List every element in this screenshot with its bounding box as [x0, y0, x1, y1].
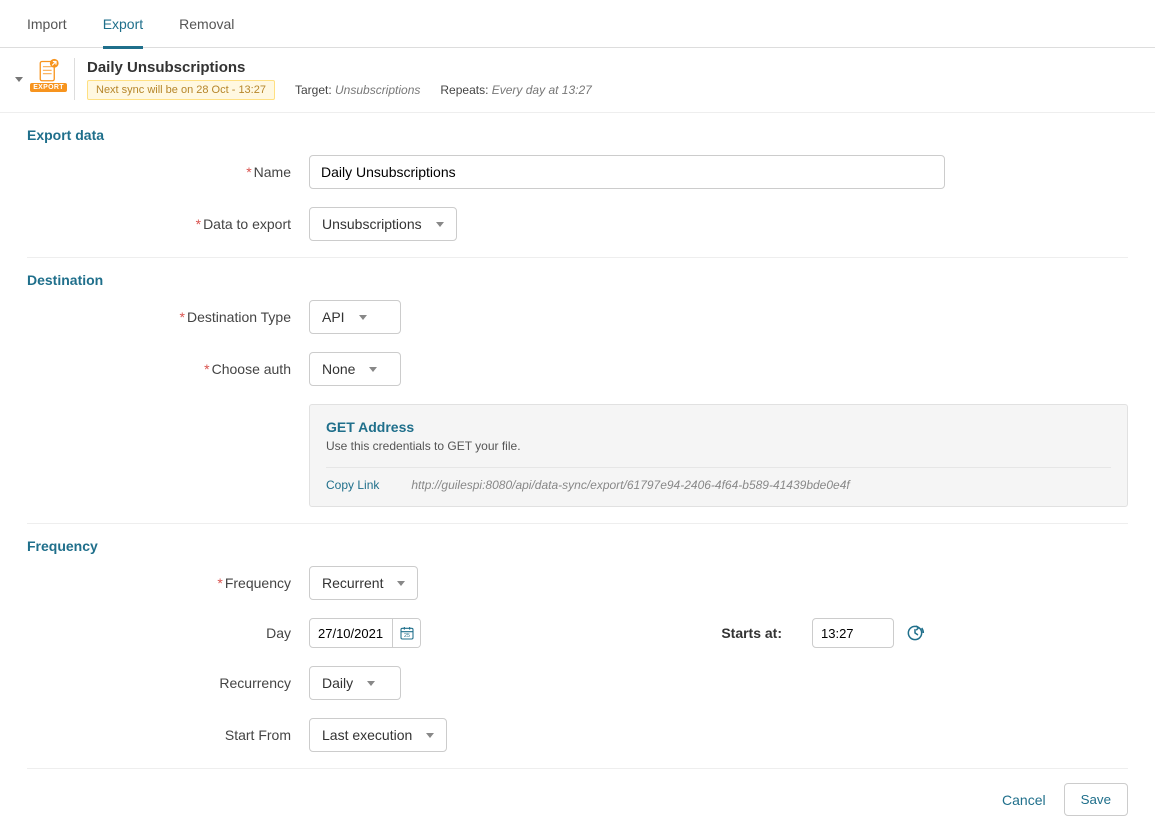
calendar-icon: 25 — [399, 625, 415, 641]
label-starts-at: Starts at: — [672, 625, 812, 641]
row-frequency: *Frequency Recurrent — [27, 566, 1128, 600]
label-data-to-export: *Data to export — [27, 216, 309, 232]
label-start-from: Start From — [27, 727, 309, 743]
chevron-down-icon — [436, 222, 444, 227]
get-address-title: GET Address — [326, 419, 1111, 435]
section-title-destination: Destination — [0, 272, 1155, 300]
header-meta: Next sync will be on 28 Oct - 13:27 Targ… — [87, 80, 592, 100]
choose-auth-select[interactable]: None — [309, 352, 401, 386]
row-start-from: Start From Last execution — [27, 718, 1128, 752]
page-header: EXPORT Daily Unsubscriptions Next sync w… — [0, 48, 1155, 113]
repeats-label: Repeats: — [440, 83, 488, 97]
row-choose-auth: *Choose auth None — [27, 352, 1128, 386]
row-destination-type: *Destination Type API — [27, 300, 1128, 334]
chevron-down-icon — [359, 315, 367, 320]
header-dropdown-icon[interactable] — [15, 77, 23, 82]
chevron-down-icon — [367, 681, 375, 686]
frequency-select[interactable]: Recurrent — [309, 566, 418, 600]
header-main: Daily Unsubscriptions Next sync will be … — [87, 59, 592, 100]
export-badge: EXPORT — [30, 83, 67, 92]
form-footer: Cancel Save — [0, 769, 1155, 834]
next-sync-badge: Next sync will be on 28 Oct - 13:27 — [87, 80, 275, 100]
tab-removal[interactable]: Removal — [179, 0, 234, 48]
target-value: Unsubscriptions — [335, 83, 420, 97]
destination-type-select[interactable]: API — [309, 300, 401, 334]
section-destination: Destination *Destination Type API *Choos… — [0, 258, 1155, 524]
page-title: Daily Unsubscriptions — [87, 59, 592, 76]
chevron-down-icon — [426, 733, 434, 738]
start-from-value: Last execution — [322, 727, 412, 743]
time-now-button[interactable] — [902, 620, 928, 646]
section-title-frequency: Frequency — [0, 538, 1155, 566]
cancel-button[interactable]: Cancel — [1002, 792, 1046, 808]
repeats-info: Repeats: Every day at 13:27 — [440, 83, 591, 97]
choose-auth-value: None — [322, 361, 355, 377]
file-export-icon — [35, 58, 63, 86]
row-name: *Name — [27, 155, 1128, 189]
tabs: Import Export Removal — [0, 0, 1155, 48]
form: Export data *Name *Data to export Unsubs… — [0, 113, 1155, 834]
data-to-export-value: Unsubscriptions — [322, 216, 422, 232]
tab-import[interactable]: Import — [27, 0, 67, 48]
day-input[interactable] — [310, 626, 392, 641]
tab-export[interactable]: Export — [103, 0, 143, 48]
label-frequency: *Frequency — [27, 575, 309, 591]
calendar-button[interactable]: 25 — [392, 618, 420, 648]
start-from-select[interactable]: Last execution — [309, 718, 447, 752]
get-address-desc: Use this credentials to GET your file. — [326, 439, 1111, 453]
day-input-group: 25 — [309, 618, 421, 648]
row-recurrency: Recurrency Daily — [27, 666, 1128, 700]
recurrency-value: Daily — [322, 675, 353, 691]
label-name: *Name — [27, 164, 309, 180]
chevron-down-icon — [369, 367, 377, 372]
row-data-to-export: *Data to export Unsubscriptions — [27, 207, 1128, 241]
clock-reset-icon — [905, 623, 925, 643]
save-button[interactable]: Save — [1064, 783, 1128, 816]
target-info: Target: Unsubscriptions — [295, 83, 420, 97]
get-address-panel: GET Address Use this credentials to GET … — [309, 404, 1128, 507]
section-title-export-data: Export data — [0, 127, 1155, 155]
label-destination-type: *Destination Type — [27, 309, 309, 325]
recurrency-select[interactable]: Daily — [309, 666, 401, 700]
label-recurrency: Recurrency — [27, 675, 309, 691]
target-label: Target: — [295, 83, 332, 97]
starts-at-input[interactable] — [812, 618, 894, 648]
section-export-data: Export data *Name *Data to export Unsubs… — [0, 113, 1155, 258]
copy-link[interactable]: Copy Link — [326, 478, 379, 492]
frequency-value: Recurrent — [322, 575, 383, 591]
row-day: Day 25 — [27, 618, 1128, 648]
export-icon: EXPORT — [31, 58, 75, 100]
section-frequency: Frequency *Frequency Recurrent Day — [0, 524, 1155, 769]
get-url: http://guilespi:8080/api/data-sync/expor… — [411, 478, 849, 492]
svg-text:25: 25 — [404, 633, 410, 639]
name-input[interactable] — [309, 155, 945, 189]
chevron-down-icon — [397, 581, 405, 586]
repeats-value: Every day at 13:27 — [492, 83, 592, 97]
label-choose-auth: *Choose auth — [27, 361, 309, 377]
destination-type-value: API — [322, 309, 345, 325]
data-to-export-select[interactable]: Unsubscriptions — [309, 207, 457, 241]
label-day: Day — [27, 625, 309, 641]
